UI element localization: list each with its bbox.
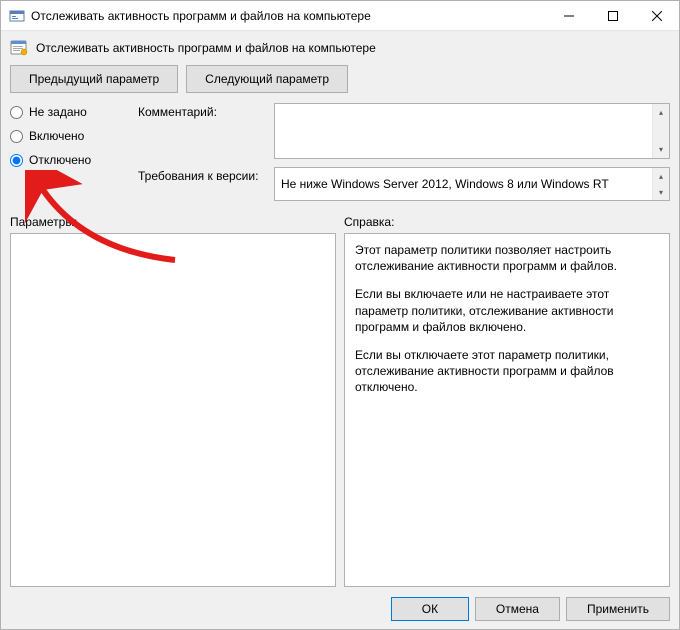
help-paragraph: Если вы отключаете этот параметр политик… [355, 347, 659, 396]
comment-label: Комментарий: [138, 103, 268, 119]
supported-value: Не ниже Windows Server 2012, Windows 8 и… [281, 177, 609, 191]
radio-enabled-label: Включено [29, 129, 84, 143]
radio-not-configured[interactable]: Не задано [10, 105, 130, 119]
minimize-button[interactable] [547, 1, 591, 30]
panes: Этот параметр политики позволяет настрои… [10, 233, 670, 587]
comment-row: Комментарий: ▴ ▾ [138, 103, 670, 159]
supported-textbox: Не ниже Windows Server 2012, Windows 8 и… [274, 167, 670, 201]
titlebar: Отслеживать активность программ и файлов… [1, 1, 679, 31]
previous-setting-button[interactable]: Предыдущий параметр [10, 65, 178, 93]
radio-disabled-label: Отключено [29, 153, 91, 167]
maximize-button[interactable] [591, 1, 635, 30]
scroll-up-icon[interactable]: ▴ [653, 104, 669, 121]
radio-not-configured-input[interactable] [10, 106, 23, 119]
app-icon [9, 8, 25, 24]
nav-buttons: Предыдущий параметр Следующий параметр [10, 65, 670, 93]
config-area: Не задано Включено Отключено Комментарий… [10, 103, 670, 201]
window-controls [547, 1, 679, 30]
close-button[interactable] [635, 1, 679, 30]
radio-not-configured-label: Не задано [29, 105, 87, 119]
supported-label: Требования к версии: [138, 167, 268, 183]
state-radio-group: Не задано Включено Отключено [10, 103, 130, 201]
help-pane: Этот параметр политики позволяет настрои… [344, 233, 670, 587]
policy-icon [10, 39, 28, 57]
comment-scrollbar[interactable]: ▴ ▾ [652, 104, 669, 158]
supported-scrollbar[interactable]: ▴ ▾ [652, 168, 669, 200]
supported-row: Требования к версии: Не ниже Windows Ser… [138, 167, 670, 201]
client-area: Отслеживать активность программ и файлов… [1, 31, 679, 629]
ok-button[interactable]: ОК [391, 597, 469, 621]
cancel-button[interactable]: Отмена [475, 597, 560, 621]
next-setting-button[interactable]: Следующий параметр [186, 65, 348, 93]
pane-labels: Параметры: Справка: [10, 215, 670, 229]
radio-disabled[interactable]: Отключено [10, 153, 130, 167]
policy-title: Отслеживать активность программ и файлов… [36, 41, 376, 55]
help-paragraph: Если вы включаете или не настраиваете эт… [355, 286, 659, 335]
dialog-footer: ОК Отмена Применить [10, 587, 670, 621]
params-label: Параметры: [10, 215, 336, 229]
scroll-down-icon[interactable]: ▾ [653, 141, 669, 158]
scroll-up-icon[interactable]: ▴ [653, 168, 669, 184]
radio-enabled[interactable]: Включено [10, 129, 130, 143]
help-paragraph: Этот параметр политики позволяет настрои… [355, 242, 659, 274]
radio-enabled-input[interactable] [10, 130, 23, 143]
parameters-pane [10, 233, 336, 587]
apply-button[interactable]: Применить [566, 597, 670, 621]
policy-header: Отслеживать активность программ и файлов… [10, 37, 670, 65]
radio-disabled-input[interactable] [10, 154, 23, 167]
window-title: Отслеживать активность программ и файлов… [31, 9, 547, 23]
policy-editor-window: Отслеживать активность программ и файлов… [0, 0, 680, 630]
help-label: Справка: [344, 215, 670, 229]
comment-textbox[interactable]: ▴ ▾ [274, 103, 670, 159]
scroll-down-icon[interactable]: ▾ [653, 184, 669, 200]
